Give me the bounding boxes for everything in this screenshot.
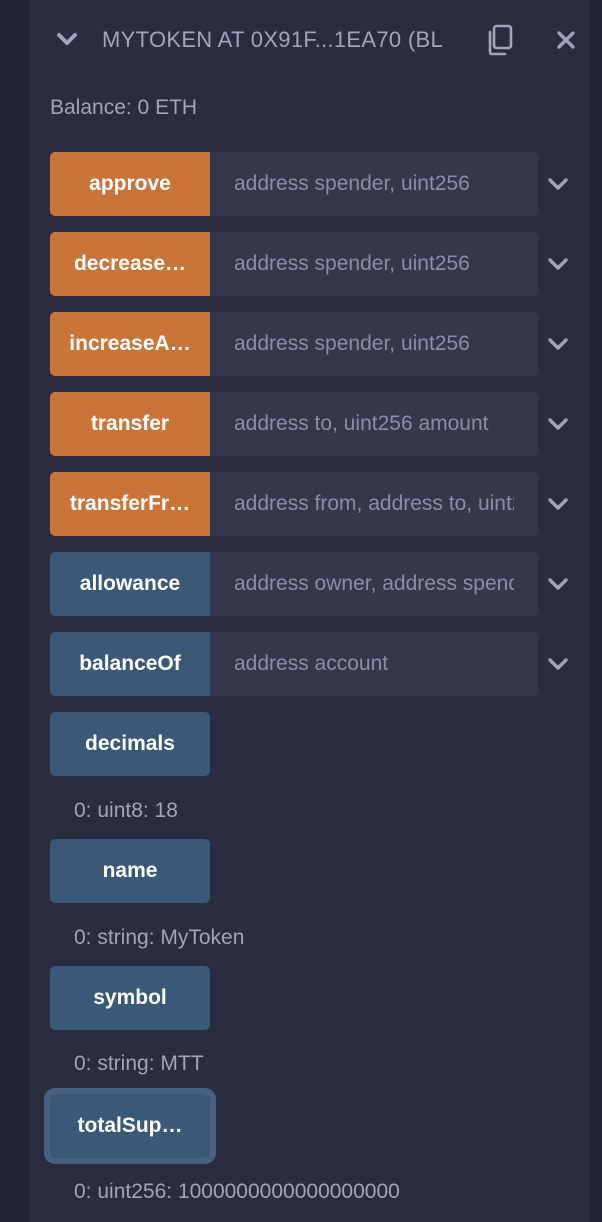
function-row-transfer: transfer xyxy=(50,392,570,456)
decimals-button[interactable]: decimals xyxy=(50,712,210,776)
function-row-total-supply: totalSup… xyxy=(50,1094,570,1158)
decimals-result: 0: uint8: 18 xyxy=(74,799,178,822)
decrease-allowance-expand-button[interactable] xyxy=(544,250,572,278)
chevron-down-icon xyxy=(548,578,568,590)
increase-allowance-args-input[interactable] xyxy=(210,312,538,376)
close-icon xyxy=(557,31,575,49)
contract-title: MYTOKEN AT 0X91F...1EA70 (BL xyxy=(102,27,443,52)
function-row-decrease-allowance: decrease… xyxy=(50,232,570,296)
chevron-down-icon xyxy=(548,658,568,670)
function-row-approve: approve xyxy=(50,152,570,216)
allowance-button[interactable]: allowance xyxy=(50,552,210,616)
increase-allowance-expand-button[interactable] xyxy=(544,330,572,358)
transfer-expand-button[interactable] xyxy=(544,410,572,438)
remove-contract-button[interactable] xyxy=(552,26,580,54)
chevron-down-icon xyxy=(57,33,77,45)
function-row-name: name xyxy=(50,839,570,903)
contract-balance: Balance: 0 ETH xyxy=(50,96,198,119)
contract-header: MYTOKEN AT 0X91F...1EA70 (BL xyxy=(30,16,590,64)
balance-of-args-input[interactable] xyxy=(210,632,538,696)
deployed-contract-panel: MYTOKEN AT 0X91F...1EA70 (BL Balance: 0 … xyxy=(30,0,590,1222)
transfer-button[interactable]: transfer xyxy=(50,392,210,456)
total-supply-result: 0: uint256: 1000000000000000000 xyxy=(74,1180,400,1203)
increase-allowance-button[interactable]: increaseA… xyxy=(50,312,210,376)
approve-button[interactable]: approve xyxy=(50,152,210,216)
chevron-down-icon xyxy=(548,498,568,510)
chevron-down-icon xyxy=(548,258,568,270)
transfer-from-args-input[interactable] xyxy=(210,472,538,536)
function-row-decimals: decimals xyxy=(50,712,570,776)
chevron-down-icon xyxy=(548,178,568,190)
name-button[interactable]: name xyxy=(50,839,210,903)
function-row-symbol: symbol xyxy=(50,966,570,1030)
function-row-increase-allowance: increaseA… xyxy=(50,312,570,376)
chevron-down-icon xyxy=(548,338,568,350)
function-row-allowance: allowance xyxy=(50,552,570,616)
copy-icon xyxy=(488,24,513,56)
collapse-contract-button[interactable] xyxy=(52,24,82,54)
total-supply-button[interactable]: totalSup… xyxy=(50,1094,210,1158)
copy-address-button[interactable] xyxy=(482,22,518,58)
allowance-args-input[interactable] xyxy=(210,552,538,616)
allowance-expand-button[interactable] xyxy=(544,570,572,598)
chevron-down-icon xyxy=(548,418,568,430)
decrease-allowance-button[interactable]: decrease… xyxy=(50,232,210,296)
approve-expand-button[interactable] xyxy=(544,170,572,198)
transfer-from-expand-button[interactable] xyxy=(544,490,572,518)
symbol-button[interactable]: symbol xyxy=(50,966,210,1030)
balance-of-button[interactable]: balanceOf xyxy=(50,632,210,696)
symbol-result: 0: string: MTT xyxy=(74,1052,204,1075)
name-result: 0: string: MyToken xyxy=(74,926,245,949)
transfer-args-input[interactable] xyxy=(210,392,538,456)
approve-args-input[interactable] xyxy=(210,152,538,216)
balance-of-expand-button[interactable] xyxy=(544,650,572,678)
decrease-allowance-args-input[interactable] xyxy=(210,232,538,296)
transfer-from-button[interactable]: transferFr… xyxy=(50,472,210,536)
function-row-balance-of: balanceOf xyxy=(50,632,570,696)
function-row-transfer-from: transferFr… xyxy=(50,472,570,536)
